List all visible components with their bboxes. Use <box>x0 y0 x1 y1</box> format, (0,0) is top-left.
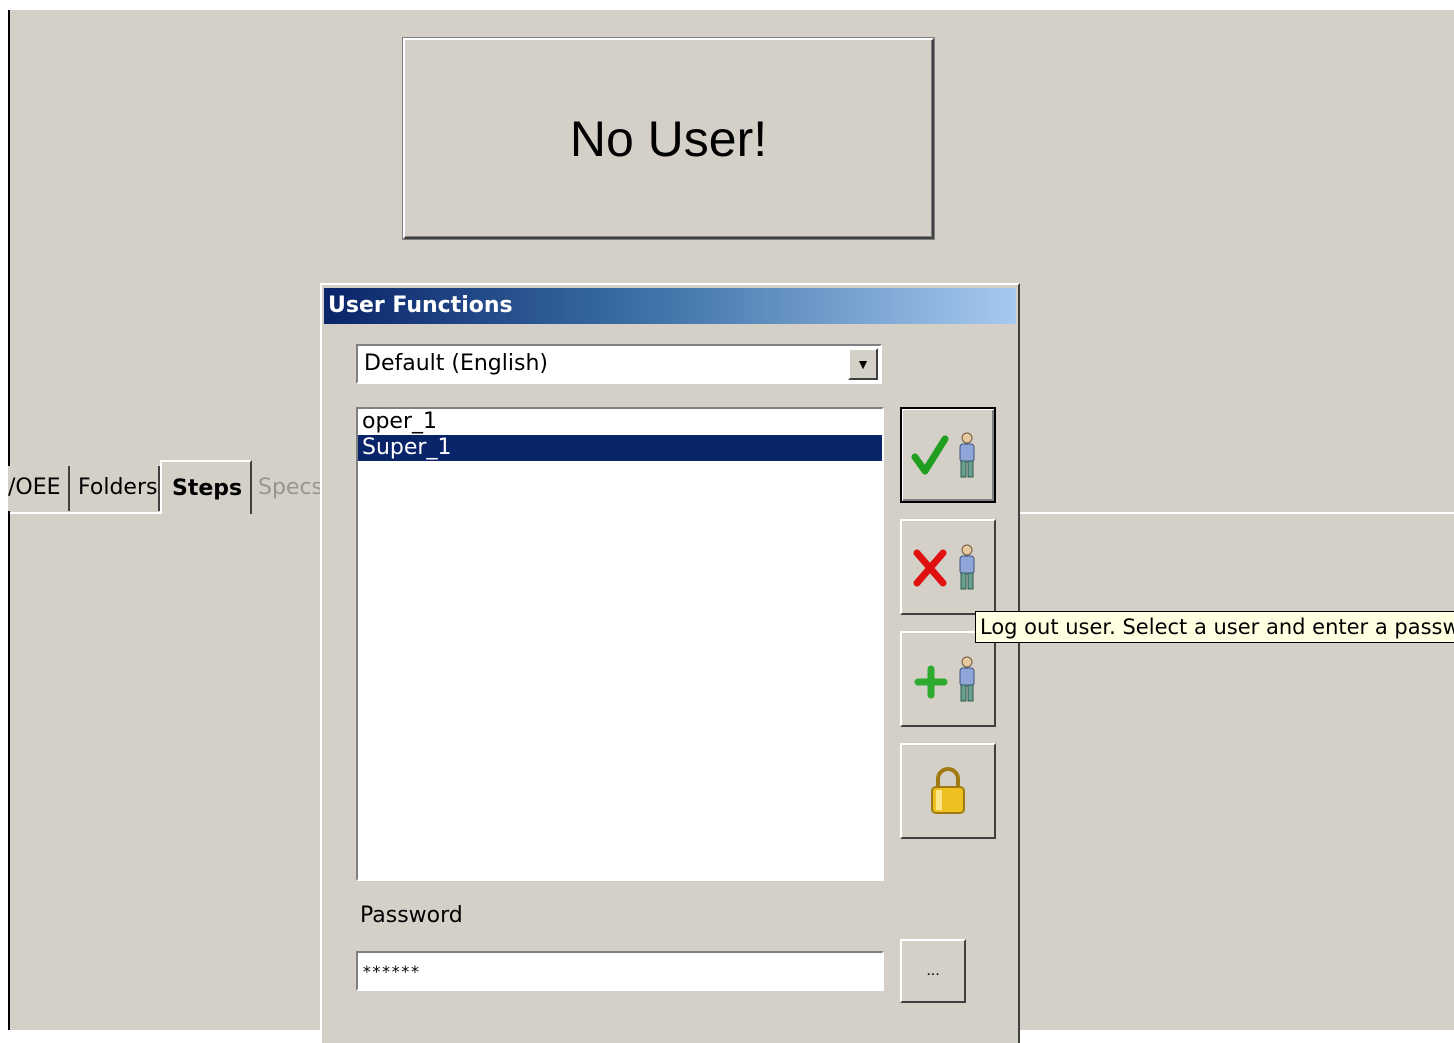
tab-steps[interactable]: Steps <box>160 460 252 514</box>
tab-oee[interactable]: /OEE <box>8 466 70 511</box>
login-user-button[interactable] <box>900 407 996 503</box>
user-functions-dialog: User Functions Default (English) ▼ oper_… <box>320 283 1020 1043</box>
tab-folders[interactable]: Folders <box>72 466 160 511</box>
logout-user-button[interactable] <box>900 519 996 615</box>
lock-button[interactable] <box>900 743 996 839</box>
user-icon <box>959 656 975 702</box>
user-icon <box>959 544 975 590</box>
tab-folders-label: Folders <box>78 475 158 500</box>
logout-user-icon <box>913 544 975 590</box>
add-user-button[interactable] <box>900 631 996 727</box>
browse-button[interactable]: ... <box>900 939 966 1003</box>
user-status-text: No User! <box>569 110 768 167</box>
language-select[interactable]: Default (English) ▼ <box>356 344 882 384</box>
chevron-down-icon: ▼ <box>856 356 870 372</box>
plus-icon <box>914 665 948 699</box>
tab-steps-label: Steps <box>172 476 243 501</box>
browse-button-label: ... <box>926 962 940 979</box>
language-select-value: Default (English) <box>364 351 548 376</box>
tab-specs-label: Specs <box>258 475 324 500</box>
tab-baseline-right <box>1020 512 1454 514</box>
user-list-item-selected[interactable]: Super_1 <box>358 435 882 461</box>
tab-specs[interactable]: Specs <box>252 466 328 511</box>
user-icon <box>959 432 975 478</box>
language-dropdown-button[interactable]: ▼ <box>848 348 878 380</box>
dialog-titlebar[interactable]: User Functions <box>324 288 1016 324</box>
tooltip-text: Log out user. Select a user and enter a … <box>980 615 1454 639</box>
logout-tooltip: Log out user. Select a user and enter a … <box>975 611 1454 643</box>
user-list[interactable]: oper_1 Super_1 <box>356 407 884 881</box>
add-user-icon <box>914 656 975 702</box>
tab-strip: /OEE Folders Steps Specs <box>8 460 328 514</box>
login-user-icon <box>911 432 975 478</box>
dialog-title: User Functions <box>328 293 513 318</box>
password-label: Password <box>360 903 463 928</box>
lock-icon <box>931 767 965 814</box>
user-list-item[interactable]: oper_1 <box>358 409 882 435</box>
x-icon <box>913 549 947 587</box>
password-field[interactable] <box>356 951 884 991</box>
tab-oee-label: /OEE <box>8 475 61 500</box>
check-icon <box>911 435 949 475</box>
user-status-display: No User! <box>403 38 934 239</box>
